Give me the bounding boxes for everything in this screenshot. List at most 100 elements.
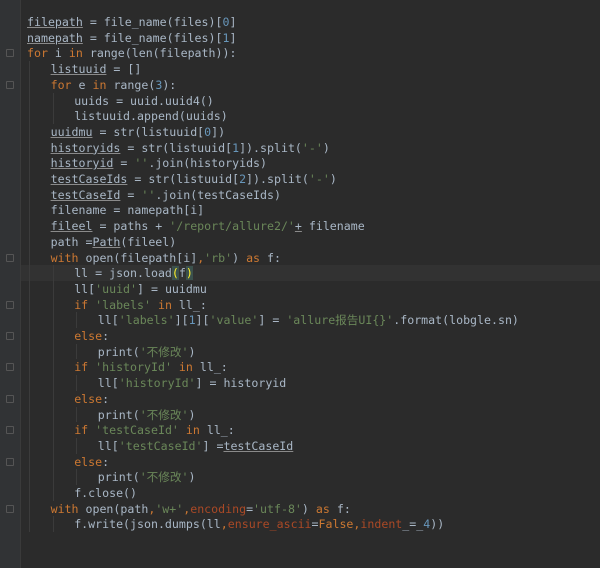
code-token: f (178, 266, 186, 281)
editor-gutter[interactable] (0, 0, 21, 568)
fold-marker-icon[interactable] (6, 363, 14, 372)
code-token: ): (162, 77, 177, 92)
indent-guide (76, 469, 78, 485)
code-token: f.close() (74, 486, 138, 500)
fold-marker-icon[interactable] (6, 332, 14, 340)
code-token: i (47, 46, 69, 61)
code-line[interactable]: f.close() (74, 485, 137, 501)
code-token: 'testCaseId' (118, 438, 203, 453)
code-token: '不修改' (139, 470, 189, 485)
code-line[interactable]: testCaseId = ''.join(testCaseIds) (51, 187, 281, 203)
code-token: ]).split( (246, 172, 309, 186)
fold-marker-icon[interactable] (6, 504, 14, 513)
code-line[interactable]: listuuid = [] (51, 61, 142, 77)
fold-marker-icon[interactable] (6, 49, 14, 58)
code-token: ] (229, 30, 237, 45)
code-line[interactable]: print('不修改') (98, 407, 196, 423)
code-line[interactable]: print('不修改') (98, 469, 196, 485)
code-line[interactable]: else: (74, 454, 109, 470)
code-token: ] = (202, 438, 224, 453)
fold-marker-icon[interactable] (6, 300, 14, 309)
code-token: with (50, 501, 79, 516)
code-line[interactable]: if 'labels' in ll_: (74, 297, 207, 313)
indent-guide (52, 265, 54, 501)
code-line[interactable]: for i in range(len(filepath)): (27, 45, 236, 61)
code-line[interactable]: ll['testCaseId'] =testCaseId (98, 438, 293, 454)
code-token: .format(lobgle.sn) (393, 313, 519, 328)
code-token: = (246, 501, 254, 516)
code-token: ) (188, 344, 196, 359)
code-token: in (185, 423, 200, 438)
code-token: ][ (195, 313, 210, 328)
indent-guide (52, 92, 54, 124)
fold-marker-icon[interactable] (6, 457, 14, 466)
code-token: ll_: (192, 360, 228, 375)
code-token: testCaseId (223, 438, 294, 453)
code-token: in (178, 360, 193, 375)
code-line[interactable]: namepath = file_name(files)[1] (27, 30, 236, 46)
code-token: filename (301, 219, 365, 234)
code-token: uuidmu (50, 124, 93, 139)
code-line[interactable]: historyids = str(listuuid[1]).split('-') (51, 140, 330, 156)
code-line[interactable]: ll['uuid'] = uuidmu (74, 281, 207, 297)
code-line[interactable]: listuuid.append(uuids) (74, 108, 228, 124)
code-token: listuuid.append(uuids) (74, 109, 228, 124)
code-token: print( (97, 470, 140, 485)
code-line[interactable]: with open(filepath[i],'rb') as f: (51, 250, 281, 266)
code-token: '不修改' (139, 407, 189, 422)
code-line[interactable]: uuids = uuid.uuid4() (74, 93, 214, 109)
code-line[interactable]: else: (74, 391, 109, 407)
code-token: = str(listuuid[ (92, 124, 205, 139)
code-line[interactable]: if 'testCaseId' in ll_: (74, 422, 235, 438)
code-token: ] = historyid (195, 376, 287, 391)
code-token: 'value' (209, 313, 259, 328)
code-line[interactable]: filename = namepath[i] (51, 202, 205, 218)
code-editor[interactable]: filepath = file_name(files)[0] namepath =… (0, 0, 600, 568)
code-token: uuids = uuid.uuid4() (74, 93, 214, 108)
fold-marker-icon[interactable] (6, 394, 14, 403)
code-line[interactable]: else: (74, 328, 109, 344)
code-line[interactable]: if 'historyId' in ll_: (74, 359, 228, 375)
code-token: '-' (308, 172, 330, 186)
fold-marker-icon[interactable] (6, 426, 14, 435)
code-line[interactable]: ll['historyId'] = historyid (98, 375, 286, 391)
code-line[interactable]: historyid = ''.join(historyids) (51, 155, 267, 171)
code-line[interactable]: for e in range(3): (51, 77, 177, 93)
code-token: 'w+' (155, 501, 184, 516)
code-token: ) (185, 266, 193, 281)
code-line[interactable]: fileel = paths + '/report/allure2/'+ fil… (51, 218, 365, 234)
code-token: path = (50, 234, 93, 249)
code-token: ]) (211, 124, 226, 139)
code-token: = (311, 517, 319, 532)
code-token: in (92, 77, 107, 92)
fold-marker-icon[interactable] (6, 80, 14, 89)
fold-marker-icon[interactable] (6, 253, 14, 262)
indent-guide (76, 406, 78, 423)
code-line[interactable]: path =Path(fileel) (51, 234, 177, 250)
code-token: = [] (106, 62, 142, 77)
code-line[interactable]: with open(path,'w+',encoding='utf-8') as… (51, 501, 351, 517)
code-token: ll_: (199, 423, 235, 438)
code-token: 'testCaseId' (95, 423, 179, 438)
code-line[interactable]: f.write(json.dumps(ll,ensure_ascii=False… (74, 516, 444, 532)
code-line[interactable]: print('不修改') (98, 344, 196, 360)
code-line[interactable]: filepath = file_name(files)[0] (27, 14, 236, 30)
code-token: 'utf-8' (253, 501, 302, 516)
code-token: for (50, 77, 72, 92)
code-line[interactable]: ll['labels'][1]['value'] = 'allure报告UI{}… (98, 312, 519, 328)
code-token: ) (232, 250, 247, 265)
code-line[interactable]: ll = json.load(f) (74, 265, 193, 281)
code-token: testCaseIds (50, 172, 128, 186)
code-token: listuuid (50, 62, 107, 77)
code-token: ) (301, 501, 316, 516)
code-token: = paths + (92, 219, 170, 234)
code-token: range( (106, 77, 156, 92)
code-line[interactable]: uuidmu = str(listuuid[0]) (51, 124, 226, 140)
code-line[interactable]: testCaseIds = str(listuuid[2]).split('-'… (51, 171, 337, 187)
code-token: = str(listuuid[ (127, 172, 240, 186)
code-token: range(len(filepath)): (82, 46, 237, 61)
code-token: (fileel) (120, 234, 177, 249)
